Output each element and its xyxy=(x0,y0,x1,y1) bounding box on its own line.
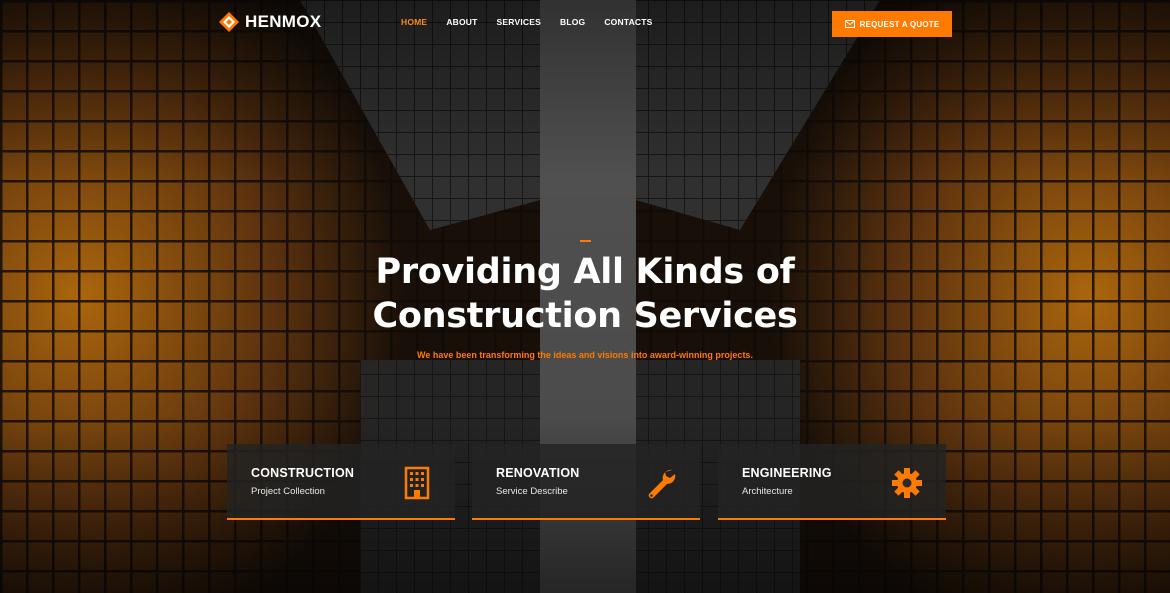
request-quote-label: REQUEST A QUOTE xyxy=(859,19,940,29)
service-title: ENGINEERING xyxy=(742,466,832,480)
hero-subtitle: We have been transforming the ideas and … xyxy=(417,350,753,360)
envelope-icon xyxy=(844,20,855,28)
service-card-renovation[interactable]: RENOVATION Service Describe xyxy=(472,444,700,520)
hero-title: Providing All Kinds of Construction Serv… xyxy=(300,250,870,338)
service-subtitle: Project Collection xyxy=(251,486,325,497)
site-header: HENMOX HOME ABOUT SERVICES BLOG CONTACTS… xyxy=(0,0,1170,46)
service-subtitle: Service Describe xyxy=(496,486,568,497)
service-card-construction[interactable]: CONSTRUCTION Project Collection xyxy=(227,444,455,520)
gear-icon xyxy=(892,468,922,498)
request-quote-button[interactable]: REQUEST A QUOTE xyxy=(832,11,952,37)
service-card-engineering[interactable]: ENGINEERING Architecture xyxy=(718,444,946,520)
nav-home[interactable]: HOME xyxy=(401,17,427,27)
nav-services[interactable]: SERVICES xyxy=(497,17,541,27)
brand-name: HENMOX xyxy=(245,12,322,31)
brand-logo[interactable]: HENMOX xyxy=(219,12,321,32)
service-subtitle: Architecture xyxy=(742,486,793,497)
hero-accent-line xyxy=(580,240,591,242)
building-icon xyxy=(404,466,430,500)
wrench-icon xyxy=(648,469,676,499)
hero-title-line1: Providing All Kinds of xyxy=(375,252,795,292)
hero-title-line2: Construction Services xyxy=(372,296,798,336)
service-title: RENOVATION xyxy=(496,466,580,480)
service-title: CONSTRUCTION xyxy=(251,466,355,480)
nav-contacts[interactable]: CONTACTS xyxy=(604,17,652,27)
nav-blog[interactable]: BLOG xyxy=(560,17,585,27)
logo-mark-icon xyxy=(219,12,239,32)
main-nav: HOME ABOUT SERVICES BLOG CONTACTS xyxy=(401,17,672,27)
nav-about[interactable]: ABOUT xyxy=(446,17,477,27)
